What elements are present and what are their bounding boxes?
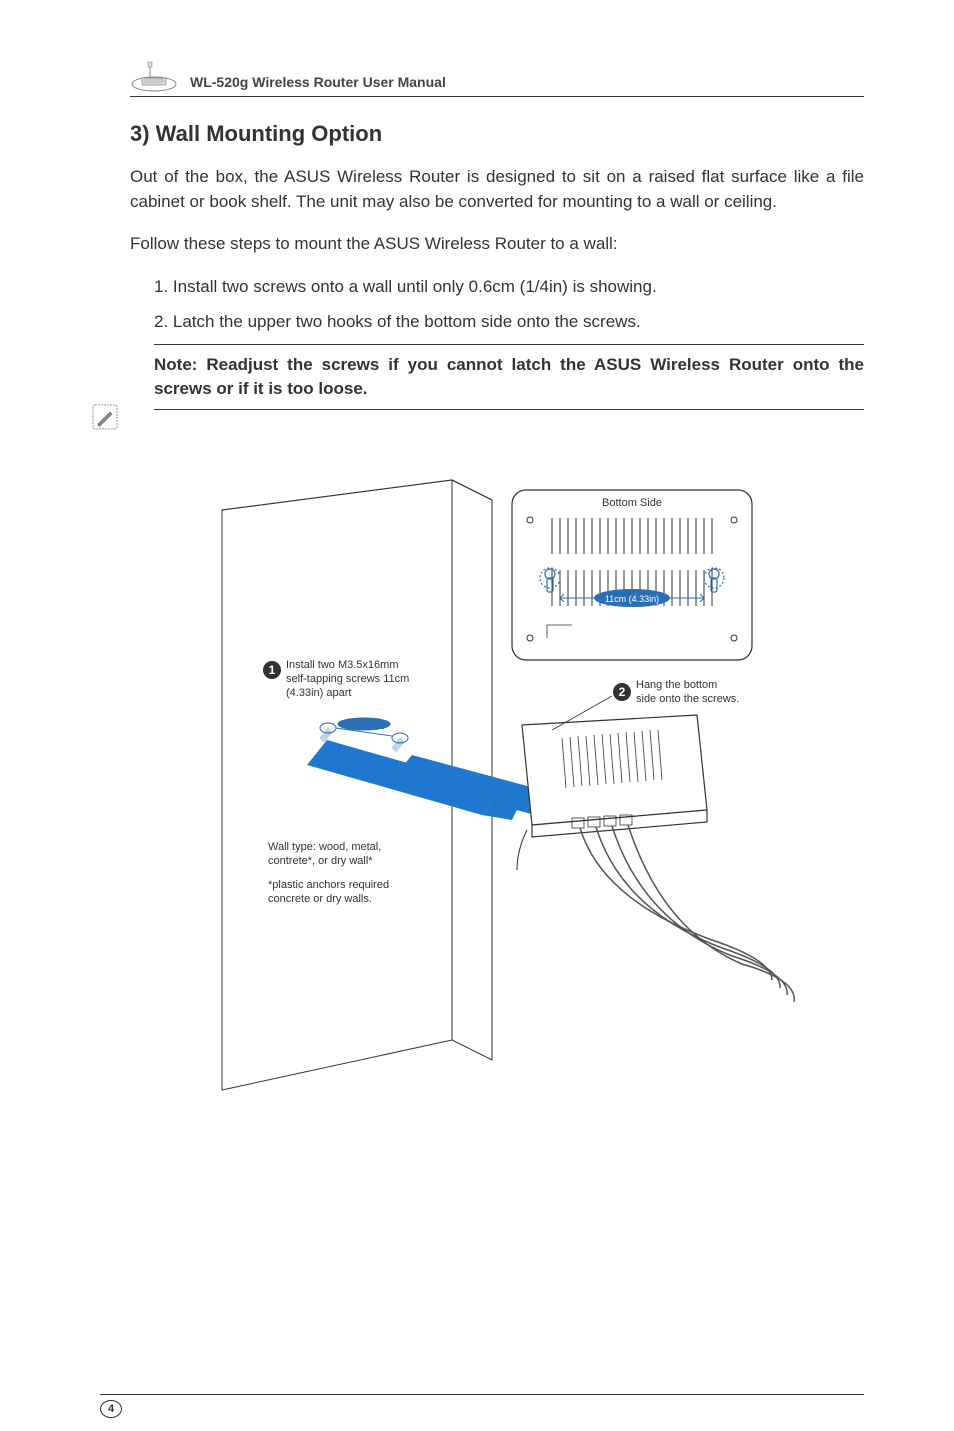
svg-text:self-tapping screws 11cm: self-tapping screws 11cm: [286, 673, 409, 685]
note-text: Note: Readjust the screws if you cannot …: [154, 353, 864, 401]
svg-text:Install two M3.5x16mm: Install two M3.5x16mm: [286, 659, 398, 671]
svg-text:2: 2: [619, 685, 626, 699]
wall-note: Wall type: wood, metal, contrete*, or dr…: [268, 841, 389, 905]
svg-text:*plastic anchors required: *plastic anchors required: [268, 879, 389, 891]
instruction-line: Follow these steps to mount the ASUS Wir…: [130, 232, 864, 257]
intro-paragraph: Out of the box, the ASUS Wireless Router…: [130, 165, 864, 214]
svg-text:(4.33in) apart: (4.33in) apart: [286, 687, 351, 699]
svg-text:1: 1: [269, 663, 276, 677]
router-icon: [130, 60, 178, 92]
svg-text:contrete*, or dry wall*: contrete*, or dry wall*: [268, 855, 373, 867]
svg-text:Wall type: wood, metal,: Wall type: wood, metal,: [268, 841, 381, 853]
bottom-side-label: Bottom Side: [602, 497, 662, 509]
bottom-side-detail: Bottom Side: [512, 490, 752, 660]
header-title: WL-520g Wireless Router User Manual: [190, 74, 446, 92]
svg-text:concrete or dry walls.: concrete or dry walls.: [268, 893, 372, 905]
pen-icon: [92, 404, 118, 430]
page-number: 4: [100, 1400, 122, 1418]
section-heading: 3) Wall Mounting Option: [130, 121, 864, 147]
svg-text:11cm (4.33in): 11cm (4.33in): [343, 722, 385, 729]
page-footer: 4: [100, 1394, 864, 1395]
keyhole-distance: 11cm (4.33in): [605, 594, 659, 604]
callout-1: 1 Install two M3.5x16mm self-tapping scr…: [263, 659, 409, 699]
router-hanging: [517, 715, 794, 1002]
wall-mount-diagram: Bottom Side: [130, 470, 864, 1130]
svg-text:Hang the bottom: Hang the bottom: [636, 679, 717, 691]
step-2: 2. Latch the upper two hooks of the bott…: [154, 310, 864, 335]
note-box: Note: Readjust the screws if you cannot …: [154, 344, 864, 410]
svg-text:side onto the screws.: side onto the screws.: [636, 693, 739, 705]
document-header: WL-520g Wireless Router User Manual: [130, 60, 864, 97]
step-1: 1. Install two screws onto a wall until …: [154, 275, 864, 300]
